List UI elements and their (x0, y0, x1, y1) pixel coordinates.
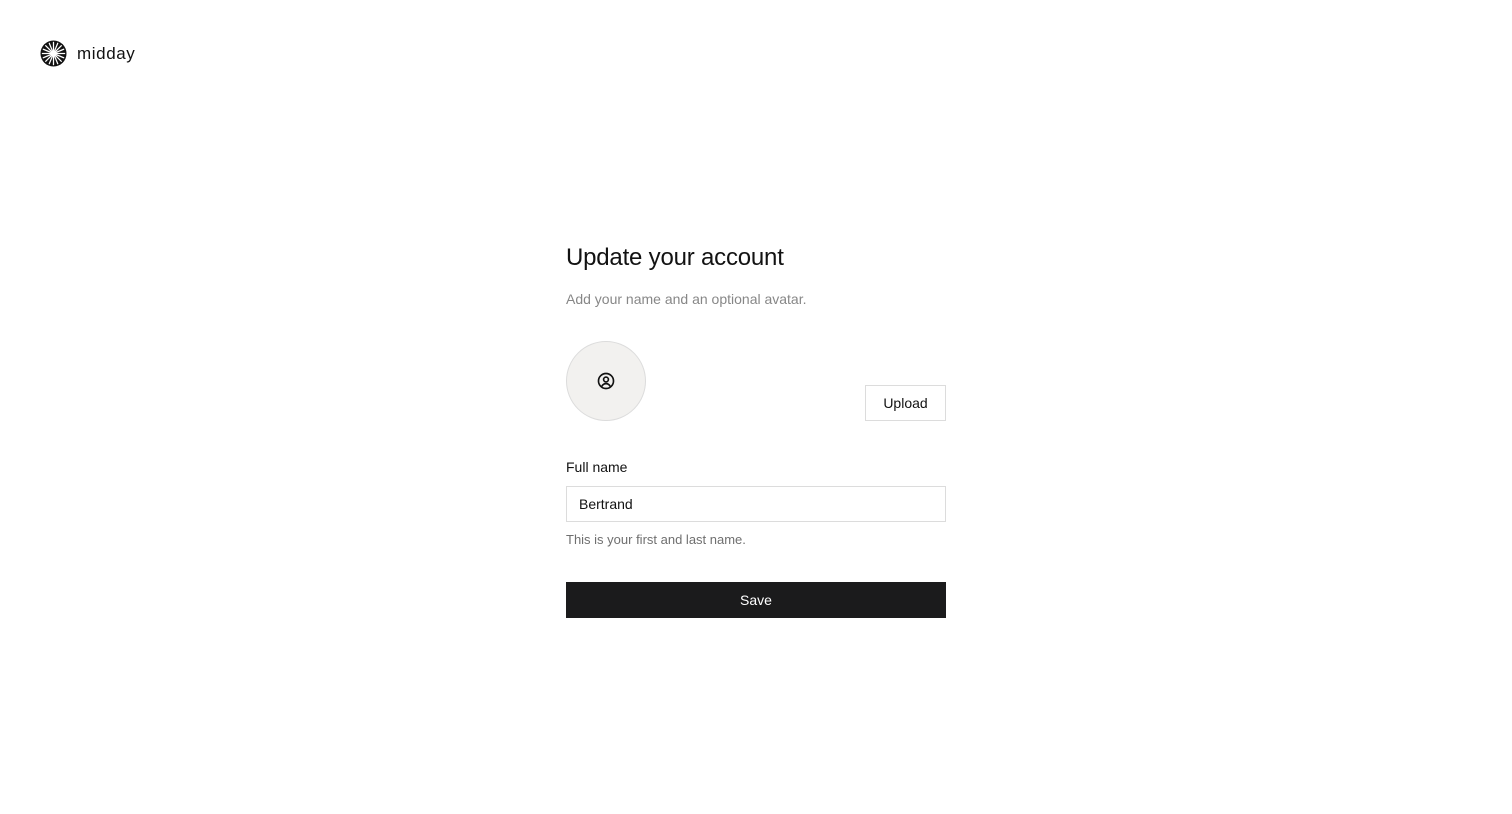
page-title: Update your account (566, 244, 784, 271)
avatar[interactable] (566, 341, 646, 421)
avatar-row: Upload (566, 341, 946, 421)
upload-button[interactable]: Upload (865, 385, 946, 421)
page-subtitle: Add your name and an optional avatar. (566, 291, 807, 307)
midday-logo-icon (40, 40, 67, 67)
user-circle-icon (597, 372, 615, 390)
full-name-label: Full name (566, 459, 628, 475)
brand-name: midday (77, 44, 136, 63)
page: midday Update your account Add your name… (0, 0, 1512, 814)
full-name-input[interactable] (566, 486, 946, 522)
save-button[interactable]: Save (566, 582, 946, 618)
full-name-help-text: This is your first and last name. (566, 532, 746, 547)
update-account-form: Update your account Add your name and an… (566, 240, 946, 618)
brand[interactable]: midday (40, 40, 135, 67)
